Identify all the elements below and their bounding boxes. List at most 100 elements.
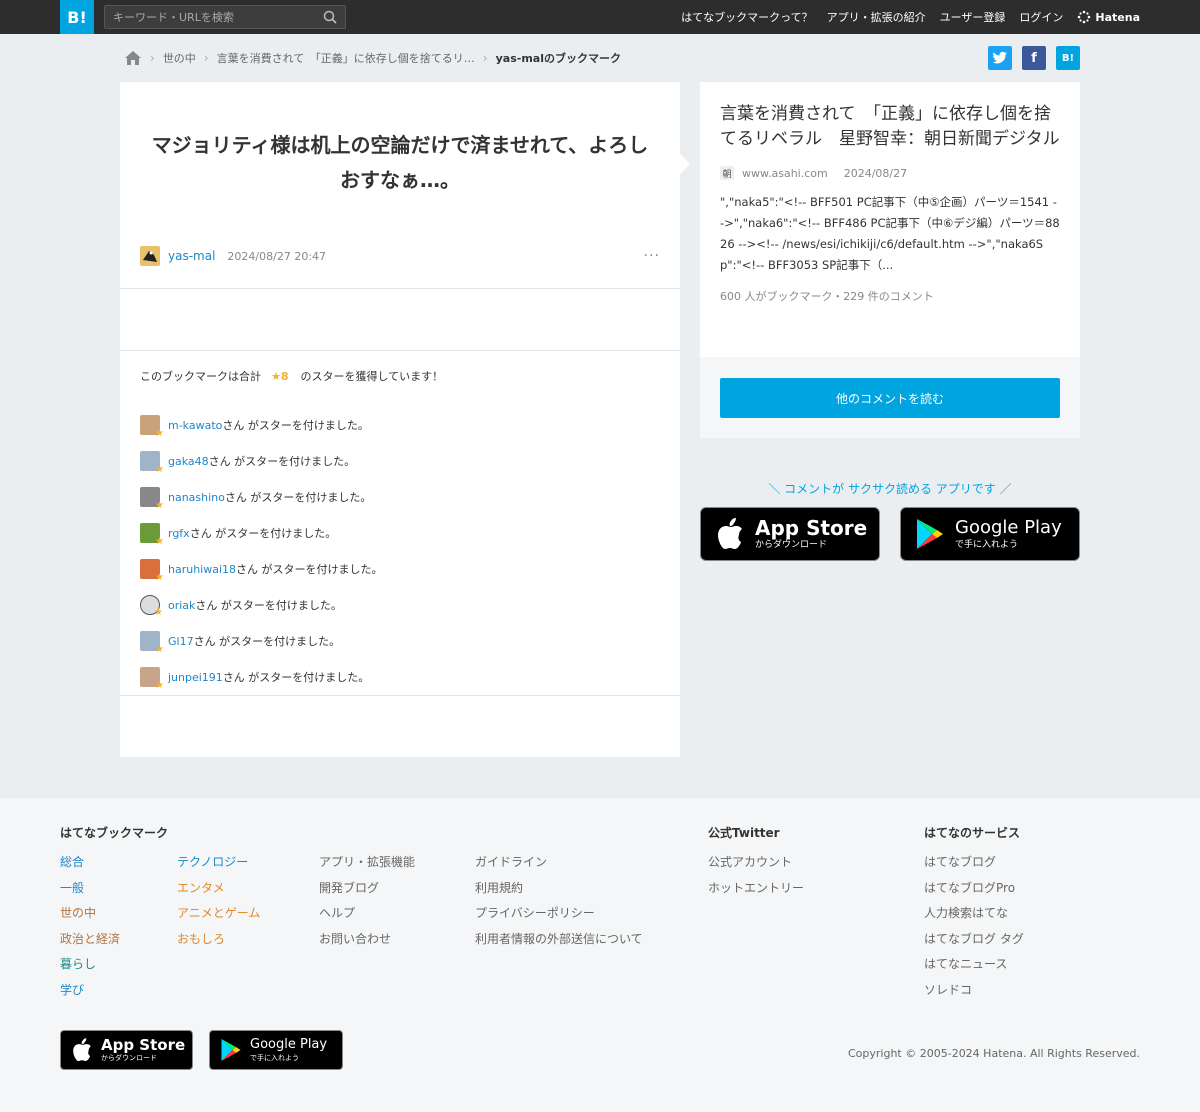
bookmark-comment: マジョリティ様は机上の空論だけで済ませれて、よろしおすなぁ…。 — [151, 133, 649, 192]
entry-date: 2024/08/27 — [843, 166, 908, 180]
app-store-sub: からダウンロード — [755, 540, 828, 550]
star-text: さん がスターを付けました。 — [236, 563, 383, 576]
bookmark-timestamp[interactable]: 2024/08/27 20:47 — [227, 250, 326, 263]
footer-link-it[interactable]: テクノロジー — [177, 850, 260, 876]
footer-link-terms[interactable]: 利用規約 — [475, 876, 643, 902]
star-user-link[interactable]: haruhiwai18 — [168, 563, 236, 576]
footer-link-blog-tag[interactable]: はてなブログ タグ — [924, 927, 1024, 953]
speech-bubble-arrow — [680, 154, 690, 174]
star-text: さん がスターを付けました。 — [222, 419, 369, 432]
star-user-avatar[interactable]: ★ — [140, 451, 164, 475]
bookmark-card: マジョリティ様は机上の空論だけで済ませれて、よろしおすなぁ…。 yas-mal … — [120, 82, 690, 757]
nav-apps-link[interactable]: アプリ・拡張の紹介 — [827, 9, 926, 25]
footer-link-twitter-hot[interactable]: ホットエントリー — [708, 876, 804, 902]
star-user-link[interactable]: Gl17 — [168, 635, 194, 648]
footer-category-col-1: 総合 一般 世の中 政治と経済 暮らし 学び — [60, 850, 120, 1004]
read-more-panel: 他のコメントを読む — [700, 357, 1080, 438]
footer-app-store-badge[interactable]: App Store からダウンロード — [60, 1030, 193, 1070]
bookmark-user-row: yas-mal 2024/08/27 20:47 ··· — [140, 246, 660, 266]
chevron-right-icon: › — [482, 51, 488, 65]
entry-title-link[interactable]: 言葉を消費されて 「正義」に依存し個を捨てるリベラル 星野智幸：朝日新聞デジタル — [720, 102, 1060, 152]
footer-link-help[interactable]: ヘルプ — [319, 901, 415, 927]
copyright: Copyright © 2005-2024 Hatena. All Rights… — [847, 1047, 1140, 1060]
nav-login-link[interactable]: ログイン — [1019, 9, 1063, 25]
footer-link-jinriki[interactable]: 人力検索はてな — [924, 901, 1024, 927]
footer-link-guidelines[interactable]: ガイドライン — [475, 850, 643, 876]
footer-link-economics[interactable]: 政治と経済 — [60, 927, 120, 953]
footer-heading-bookmark: はてなブックマーク — [60, 826, 169, 840]
app-store-main: App Store — [755, 516, 868, 540]
footer-link-apps[interactable]: アプリ・拡張機能 — [319, 850, 415, 876]
user-avatar[interactable] — [140, 246, 160, 266]
footer-link-twitter-official[interactable]: 公式アカウント — [708, 850, 804, 876]
google-play-badge[interactable]: Google Play で手に入れよう — [900, 507, 1080, 561]
footer-link-social[interactable]: 世の中 — [60, 901, 120, 927]
nav-register-link[interactable]: ユーザー登録 — [940, 9, 1006, 25]
search-box — [104, 5, 346, 29]
more-options-icon[interactable]: ··· — [644, 248, 660, 264]
footer-app-store-main: App Store — [101, 1036, 186, 1054]
star-user-link[interactable]: gaka48 — [168, 455, 209, 468]
star-count[interactable]: ★8 — [271, 370, 289, 383]
footer-link-life[interactable]: 暮らし — [60, 952, 120, 978]
hatena-share-button[interactable]: B! — [1056, 46, 1080, 70]
star-user-avatar[interactable]: ★ — [140, 559, 164, 583]
apple-icon — [73, 1038, 91, 1061]
star-user-link[interactable]: nanashino — [168, 491, 225, 504]
home-icon[interactable] — [124, 50, 142, 66]
star-user-link[interactable]: rgfx — [168, 527, 190, 540]
footer-heading-twitter: 公式Twitter — [708, 826, 780, 840]
footer-link-general[interactable]: 一般 — [60, 876, 120, 902]
star-icon: ★ — [155, 500, 164, 511]
app-store-badge[interactable]: App Store からダウンロード — [700, 507, 880, 561]
footer-link-entertainment[interactable]: エンタメ — [177, 876, 260, 902]
footer-link-knowledge[interactable]: 学び — [60, 978, 120, 1004]
star-summary-suffix: のスターを獲得しています！ — [300, 370, 444, 383]
footer-link-soredoko[interactable]: ソレドコ — [924, 978, 1024, 1004]
global-header: B! はてなブックマークって？ アプリ・拡張の紹介 ユーザー登録 ログイン Ha… — [0, 0, 1200, 34]
footer-link-fun[interactable]: おもしろ — [177, 927, 260, 953]
star-user-link[interactable]: junpei191 — [168, 671, 223, 684]
star-user-link[interactable]: oriak — [168, 599, 195, 612]
star-user-avatar[interactable]: ★ — [140, 595, 163, 618]
footer-google-play-badge[interactable]: Google Play で手に入れよう — [209, 1030, 343, 1070]
footer-link-contact[interactable]: お問い合わせ — [319, 927, 415, 953]
divider — [120, 350, 680, 351]
twitter-share-button[interactable] — [988, 46, 1012, 70]
star-user-avatar[interactable]: ★ — [140, 487, 164, 511]
footer-info-col-1: アプリ・拡張機能 開発ブログ ヘルプ お問い合わせ — [319, 850, 415, 952]
footer-link-privacy[interactable]: プライバシーポリシー — [475, 901, 643, 927]
entry-domain-link[interactable]: www.asahi.com — [742, 167, 828, 180]
facebook-share-button[interactable]: f — [1022, 46, 1046, 70]
star-user-avatar[interactable]: ★ — [140, 523, 164, 547]
footer-link-dev-blog[interactable]: 開発ブログ — [319, 876, 415, 902]
breadcrumb-category-link[interactable]: 世の中 — [163, 50, 196, 66]
star-icon: ★ — [155, 680, 164, 691]
star-icon: ★ — [154, 607, 163, 618]
footer-link-hatena-blog[interactable]: はてなブログ — [924, 850, 1024, 876]
footer-link-hatena-news[interactable]: はてなニュース — [924, 952, 1024, 978]
hatena-bookmark-logo[interactable]: B! — [60, 0, 94, 34]
footer-app-store-sub: からダウンロード — [101, 1054, 157, 1062]
nav-about-link[interactable]: はてなブックマークって？ — [681, 9, 812, 25]
footer-link-external-transmission[interactable]: 利用者情報の外部送信について — [475, 927, 643, 953]
breadcrumb-entry-link[interactable]: 言葉を消費されて 「正義」に依存し個を捨てるリ… — [217, 50, 475, 66]
search-input[interactable] — [105, 6, 315, 28]
footer-link-hatena-blog-pro[interactable]: はてなブログPro — [924, 876, 1024, 902]
entry-stats: 600 人がブックマーク・229 件のコメント — [720, 290, 934, 303]
user-name-link[interactable]: yas-mal — [168, 249, 215, 263]
footer-link-game[interactable]: アニメとゲーム — [177, 901, 260, 927]
entry-summary: ","naka5":"<!-- BFF501 PC記事下（中⑤企画）パーツ＝15… — [720, 195, 1060, 272]
read-other-comments-button[interactable]: 他のコメントを読む — [720, 378, 1060, 418]
star-user-avatar[interactable]: ★ — [140, 667, 164, 691]
star-user-avatar[interactable]: ★ — [140, 631, 164, 655]
google-play-main: Google Play — [955, 517, 1062, 538]
list-item: ★ junpei191 さん がスターを付けました。 — [140, 659, 660, 695]
footer-link-all[interactable]: 総合 — [60, 850, 120, 876]
search-icon[interactable] — [323, 10, 337, 24]
hatena-brand-link[interactable]: Hatena — [1077, 10, 1140, 24]
star-text: さん がスターを付けました。 — [195, 599, 342, 612]
footer-services-col: はてなブログ はてなブログPro 人力検索はてな はてなブログ タグ はてなニュ… — [924, 850, 1024, 1004]
star-user-link[interactable]: m-kawato — [168, 419, 222, 432]
star-user-avatar[interactable]: ★ — [140, 415, 164, 439]
